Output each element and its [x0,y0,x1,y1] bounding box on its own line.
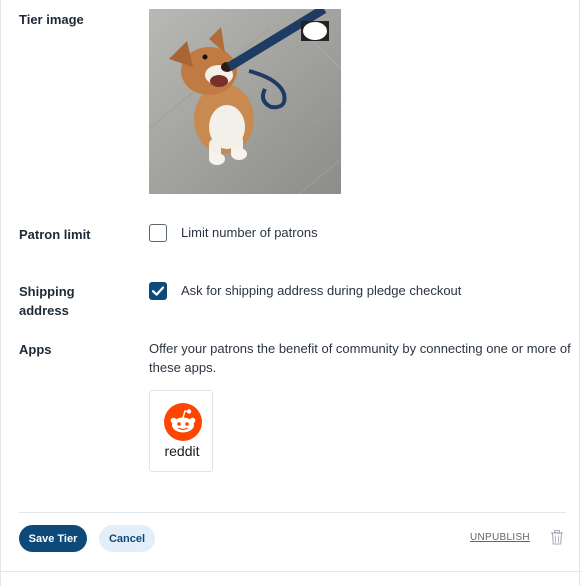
shipping-address-option-label: Ask for shipping address during pledge c… [181,283,462,298]
bottom-border [0,571,582,572]
shipping-address-checkbox[interactable] [149,282,167,300]
checkmark-icon [151,286,164,296]
apps-description: Offer your patrons the benefit of commun… [149,341,571,375]
trash-icon[interactable] [550,530,564,545]
save-tier-button[interactable]: Save Tier [19,525,87,552]
shipping-address-label-line1: Shipping [19,284,75,299]
patron-limit-checkbox[interactable] [149,224,167,242]
tier-image-label: Tier image [19,12,84,27]
app-card-reddit[interactable]: reddit [149,390,213,472]
dog-photo [149,9,341,194]
shipping-address-label-line2: address [19,303,69,318]
tier-image[interactable] [149,9,341,194]
patron-limit-option-label: Limit number of patrons [181,225,318,240]
patron-limit-label: Patron limit [19,227,91,242]
actions-divider [19,512,566,513]
apps-label: Apps [19,342,52,357]
reddit-icon [164,403,202,441]
app-name-reddit: reddit [164,443,200,459]
unpublish-link[interactable]: UNPUBLISH [470,532,530,543]
cancel-button[interactable]: Cancel [99,525,155,552]
